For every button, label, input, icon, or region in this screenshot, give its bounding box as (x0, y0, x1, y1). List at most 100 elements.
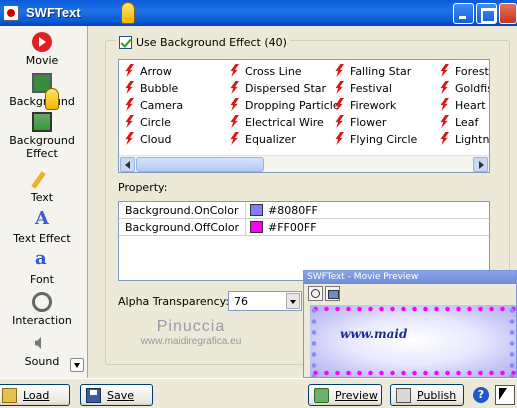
publish-button[interactable]: Publish (390, 384, 464, 406)
use-background-effect-label: Use Background Effect (40) (136, 35, 287, 49)
checkbox-check-icon[interactable] (119, 35, 132, 49)
effect-item-leaf[interactable]: Leaf (439, 114, 489, 131)
property-row-oncolor[interactable]: Background.OnColor #8080FF (119, 202, 489, 219)
property-row-offcolor[interactable]: Background.OffColor #FF00FF (119, 219, 489, 236)
dot-border-bottom (310, 370, 516, 376)
effect-item-cloud[interactable]: Cloud (124, 131, 171, 148)
text-effect-icon (32, 208, 52, 230)
effect-item-electrical-wire[interactable]: Electrical Wire (229, 114, 324, 131)
effect-item-firework[interactable]: Firework (334, 97, 396, 114)
property-grid[interactable]: Background.OnColor #8080FF Background.Of… (118, 201, 490, 281)
flash-icon (229, 64, 239, 77)
movie-preview-title: SWFText - Movie Preview (304, 271, 516, 284)
publish-icon (396, 387, 411, 403)
save-button[interactable]: Save (80, 384, 153, 406)
effect-item-dropping-particle[interactable]: Dropping Particle (229, 97, 340, 114)
watermark: Pinuccia www.maidiregrafica.eu (131, 318, 251, 347)
movie-preview-stage: www.maid (310, 305, 516, 377)
sidebar-item-text[interactable]: Text (0, 169, 84, 204)
movie-preview-text: www.maid (340, 327, 408, 341)
effect-item-bubble[interactable]: Bubble (124, 80, 178, 97)
flash-icon (334, 132, 344, 145)
preview-button[interactable]: Preview (308, 384, 382, 406)
property-name: Background.OnColor (125, 204, 239, 217)
flash-icon (229, 98, 239, 111)
effect-item-festival[interactable]: Festival (334, 80, 392, 97)
effect-item-heart[interactable]: Heart (439, 97, 489, 114)
effect-item-lightning[interactable]: Lightning (439, 131, 489, 148)
movie-preview-window[interactable]: SWFText - Movie Preview www.maid (303, 270, 517, 378)
background-effect-icon (32, 112, 52, 132)
app-icon[interactable] (3, 5, 19, 21)
flash-icon (124, 132, 134, 145)
property-value[interactable]: #8080FF (268, 204, 318, 217)
flash-icon (124, 98, 134, 111)
sidebar-item-label: Font (30, 273, 54, 286)
sidebar-item-interaction[interactable]: Interaction (0, 292, 84, 327)
effect-item-flying-circle[interactable]: Flying Circle (334, 131, 417, 148)
context-help-pointer-icon[interactable] (495, 385, 515, 405)
effect-item-cross-line[interactable]: Cross Line (229, 63, 302, 80)
effect-item-goldfish[interactable]: Goldfish (439, 80, 489, 97)
effects-horizontal-scrollbar[interactable] (119, 155, 489, 172)
effect-item-forest[interactable]: Forest (439, 63, 489, 80)
effect-item-equalizer[interactable]: Equalizer (229, 131, 296, 148)
font-icon (32, 248, 52, 271)
maximize-button[interactable] (476, 3, 497, 24)
help-icon[interactable]: ? (473, 387, 489, 403)
title-bar: SWFText (0, 0, 517, 26)
flash-icon (334, 98, 344, 111)
movie-icon (32, 32, 52, 52)
effects-list[interactable]: Arrow Bubble Camera Circle Cloud Cross L… (118, 59, 490, 173)
sidebar-item-label-line1: Background (9, 134, 75, 147)
flash-icon (334, 81, 344, 94)
effect-item-flower[interactable]: Flower (334, 114, 386, 131)
property-name: Background.OffColor (125, 221, 240, 234)
flash-icon (124, 64, 134, 77)
color-swatch[interactable] (250, 204, 263, 216)
sidebar-item-label: Text (30, 191, 54, 204)
scroll-right-arrow-icon[interactable] (473, 157, 488, 172)
pencil-icon (32, 169, 52, 189)
preview-icon (314, 387, 329, 403)
property-label: Property: (118, 181, 168, 194)
dot-border-right (509, 305, 515, 377)
color-swatch[interactable] (250, 221, 263, 233)
load-button[interactable]: Load (0, 384, 70, 406)
sidebar-item-background[interactable]: Background (0, 73, 84, 108)
sidebar-item-background-effect[interactable]: Background Effect (0, 112, 84, 160)
sidebar-item-label: Text Effect (13, 232, 71, 245)
sound-icon (32, 333, 52, 353)
sidebar-item-label: Background (9, 95, 75, 108)
zoom-icon[interactable] (308, 286, 323, 301)
effect-item-arrow[interactable]: Arrow (124, 63, 172, 80)
close-button[interactable] (499, 3, 517, 24)
property-value[interactable]: #FF00FF (268, 221, 317, 234)
window-title: SWFText (26, 5, 81, 20)
effect-item-circle[interactable]: Circle (124, 114, 171, 131)
sidebar-item-font[interactable]: Font (0, 248, 84, 286)
load-label: Load (23, 388, 50, 402)
column-divider (245, 219, 246, 236)
watermark-url: www.maidiregrafica.eu (140, 336, 242, 347)
flash-icon (229, 81, 239, 94)
sidebar-item-text-effect[interactable]: Text Effect (0, 208, 84, 245)
pointing-hand-icon (121, 2, 135, 24)
sidebar-item-movie[interactable]: Movie (0, 32, 84, 67)
sidebar-item-label: Movie (25, 54, 59, 67)
effect-item-falling-star[interactable]: Falling Star (334, 63, 411, 80)
floppy-disk-icon (86, 387, 101, 403)
sidebar-scroll-down-button[interactable] (70, 358, 84, 372)
flash-icon (229, 115, 239, 128)
scrollbar-thumb[interactable] (136, 157, 264, 172)
sidebar-item-label: Interaction (12, 314, 72, 327)
monitor-icon[interactable] (325, 286, 340, 301)
alpha-transparency-select[interactable]: 76 (228, 291, 302, 311)
category-sidebar: Movie Background Background Effect Text … (0, 26, 88, 378)
use-background-effect-checkbox[interactable]: Use Background Effect (40) (116, 35, 290, 49)
chevron-down-icon[interactable] (286, 293, 300, 309)
effect-item-camera[interactable]: Camera (124, 97, 183, 114)
effect-item-dispersed-star[interactable]: Dispersed Star (229, 80, 326, 97)
scroll-left-arrow-icon[interactable] (120, 157, 135, 172)
minimize-button[interactable] (453, 3, 474, 24)
